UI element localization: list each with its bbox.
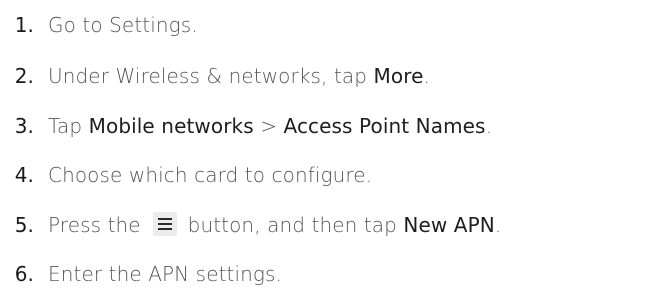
step-3: 3. Tap Mobile networks > Access Point Nam…: [0, 106, 492, 146]
step-text-middle: button, and then tap: [181, 213, 404, 237]
step-5: 5. Press the button, and then tap New APN…: [0, 205, 501, 245]
ui-term-new-apn: New APN: [403, 213, 495, 237]
step-text: Tap: [48, 114, 89, 138]
ui-term-mobile-networks: Mobile networks: [88, 114, 254, 138]
step-text-end: .: [423, 64, 430, 88]
step-number: 1.: [14, 13, 34, 37]
step-6: 6. Enter the APN settings.: [0, 254, 282, 294]
step-number: 2.: [14, 64, 34, 88]
step-2: 2. Under Wireless & networks, tap More.: [0, 56, 430, 96]
step-4: 4. Choose which card to configure.: [0, 155, 372, 195]
ui-term-access-point-names: Access Point Names: [283, 114, 486, 138]
ui-term-more: More: [373, 64, 424, 88]
step-number: 4.: [14, 163, 34, 187]
step-text: Press the: [48, 213, 148, 237]
step-number: 6.: [14, 262, 34, 286]
menu-icon: [153, 212, 178, 236]
step-text: Go to Settings.: [48, 13, 198, 37]
step-text-end: .: [485, 114, 493, 138]
step-number: 5.: [14, 213, 34, 237]
step-text: Under Wireless & networks, tap: [48, 64, 374, 88]
step-number: 3.: [14, 114, 34, 138]
step-text-end: .: [494, 213, 502, 237]
step-1: 1. Go to Settings.: [0, 5, 198, 45]
step-text: Choose which card to configure.: [48, 163, 373, 187]
step-text: Enter the APN settings.: [48, 262, 282, 286]
step-separator: >: [253, 114, 284, 138]
